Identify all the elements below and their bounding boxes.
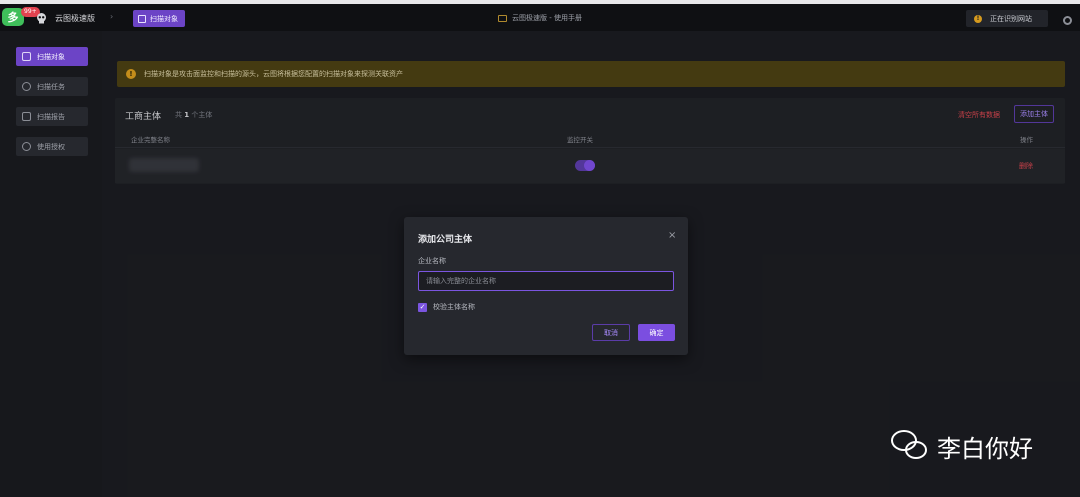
sidebar-item-label: 扫描对象 [37, 52, 65, 61]
sidebar-item-scan-reports[interactable]: 扫描报告 [16, 107, 88, 126]
sidebar-item-label: 扫描任务 [37, 82, 65, 91]
top-bar: 多 99+ 云图极速版 › 扫描对象 云图极速版 - 使用手册 ! 正在识别网站 [0, 4, 1080, 31]
book-icon [498, 14, 507, 22]
database-icon [22, 52, 31, 61]
verify-name-option[interactable]: ✓ 校验主体名称 [418, 302, 475, 312]
sidebar-item-label: 使用授权 [37, 142, 65, 151]
user-icon [22, 142, 31, 151]
company-name-input[interactable] [418, 271, 674, 291]
status-badge[interactable]: ! 正在识别网站 [966, 10, 1048, 27]
confirm-button[interactable]: 确定 [638, 324, 675, 341]
chevron-right-icon: › [110, 12, 114, 21]
company-name-label: 企业名称 [418, 257, 446, 265]
manual-link[interactable]: 云图极速版 - 使用手册 [498, 13, 582, 23]
watermark-text: 李白你好 [937, 435, 1033, 463]
sidebar: 扫描对象 扫描任务 扫描报告 使用授权 [0, 31, 102, 497]
close-icon[interactable]: × [668, 231, 676, 241]
sidebar-item-scan-targets[interactable]: 扫描对象 [16, 47, 88, 66]
clock-icon [22, 82, 31, 91]
skull-logo-icon [37, 13, 46, 24]
checkbox-label: 校验主体名称 [433, 303, 475, 311]
dialog-title: 添加公司主体 [418, 235, 473, 245]
app-name: 云图极速版 [55, 14, 95, 23]
wechat-icon [891, 429, 929, 464]
watermark: 李白你好 [891, 429, 1033, 464]
status-label: 正在识别网站 [990, 14, 1032, 23]
sidebar-item-scan-tasks[interactable]: 扫描任务 [16, 77, 88, 96]
report-icon [22, 112, 31, 121]
app-window: 多 99+ 云图极速版 › 扫描对象 云图极速版 - 使用手册 ! 正在识别网站… [0, 0, 1080, 497]
tab-label: 扫描对象 [150, 14, 178, 23]
info-icon: ! [974, 14, 982, 23]
add-company-dialog: 添加公司主体 × 企业名称 ✓ 校验主体名称 取消 确定 [404, 217, 688, 355]
sidebar-item-label: 扫描报告 [37, 112, 65, 121]
checkbox-checked-icon[interactable]: ✓ [418, 302, 427, 312]
database-icon [138, 14, 146, 23]
manual-link-label: 云图极速版 - 使用手册 [512, 14, 582, 22]
sidebar-item-license[interactable]: 使用授权 [16, 137, 88, 156]
cancel-button[interactable]: 取消 [592, 324, 630, 341]
gear-icon[interactable] [1063, 16, 1072, 25]
tab-scan-targets[interactable]: 扫描对象 [133, 10, 185, 27]
